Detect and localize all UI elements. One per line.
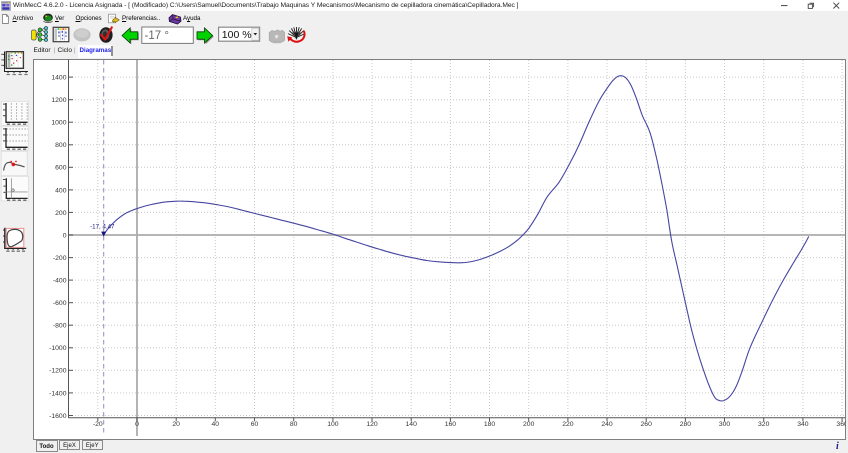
svg-text:1400: 1400 <box>51 75 66 82</box>
svg-text:280: 280 <box>680 421 692 428</box>
svg-text:100 %: 100 % <box>222 29 252 41</box>
svg-text:300: 300 <box>719 421 731 428</box>
svg-text:-17, 4.47: -17, 4.47 <box>90 224 115 231</box>
svg-text:400: 400 <box>55 187 67 194</box>
svg-text:-200: -200 <box>53 255 67 262</box>
svg-text:260: 260 <box>641 421 653 428</box>
svg-text:100: 100 <box>327 421 339 428</box>
svg-text:-1600: -1600 <box>49 413 67 420</box>
svg-text:40: 40 <box>212 421 220 428</box>
svg-text:120: 120 <box>366 421 378 428</box>
svg-text:-400: -400 <box>53 278 67 285</box>
svg-text:1000: 1000 <box>51 120 66 127</box>
svg-text:-1200: -1200 <box>49 368 67 375</box>
svg-text:220: 220 <box>562 421 574 428</box>
svg-text:600: 600 <box>55 165 67 172</box>
svg-text:20: 20 <box>172 421 180 428</box>
svg-text:60: 60 <box>251 421 259 428</box>
svg-text:1200: 1200 <box>51 97 66 104</box>
svg-text:800: 800 <box>55 142 67 149</box>
svg-text:240: 240 <box>601 421 613 428</box>
svg-text:0: 0 <box>63 232 67 239</box>
svg-text:320: 320 <box>758 421 770 428</box>
svg-text:200: 200 <box>523 421 535 428</box>
svg-text:360: 360 <box>836 421 846 428</box>
svg-text:-1400: -1400 <box>49 390 67 397</box>
svg-text:0: 0 <box>135 421 139 428</box>
svg-text:-600: -600 <box>53 300 67 307</box>
svg-text:200: 200 <box>55 210 67 217</box>
svg-text:180: 180 <box>484 421 496 428</box>
svg-text:340: 340 <box>797 421 809 428</box>
svg-text:80: 80 <box>290 421 298 428</box>
svg-text:140: 140 <box>406 421 418 428</box>
svg-text:-20: -20 <box>93 421 103 428</box>
svg-text:160: 160 <box>445 421 457 428</box>
svg-text:-1000: -1000 <box>49 345 67 352</box>
svg-text:-17 °: -17 ° <box>145 30 169 42</box>
svg-text:-800: -800 <box>53 323 67 330</box>
